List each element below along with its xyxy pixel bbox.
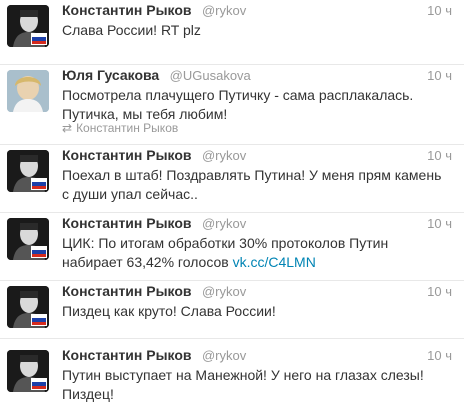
avatar[interactable] <box>7 70 49 112</box>
author-name[interactable]: Константин Рыков <box>62 147 192 163</box>
tweet-text: Путин выступает на Манежной! У него на г… <box>62 367 424 402</box>
author-name[interactable]: Константин Рыков <box>62 283 192 299</box>
avatar[interactable] <box>7 350 49 392</box>
russian-flag-icon <box>31 378 47 390</box>
author-name[interactable]: Константин Рыков <box>62 347 192 363</box>
author-handle[interactable]: @rykov <box>202 348 246 363</box>
russian-flag-icon <box>31 246 47 258</box>
tweet-text: Пиздец как круто! Слава России! <box>62 303 276 319</box>
tweet-timestamp[interactable]: 10 ч <box>427 284 452 299</box>
tweet-item[interactable]: Константин Рыков @rykov 10 ч Поехал в шт… <box>0 145 464 213</box>
tweet-item[interactable]: Константин Рыков @rykov 10 ч Путин высту… <box>0 345 464 404</box>
tweet-text: Поехал в штаб! Поздравлять Путина! У мен… <box>62 167 442 202</box>
tweet-timestamp[interactable]: 10 ч <box>427 3 452 18</box>
tweet-link[interactable]: vk.cc/C4LMN <box>233 254 316 270</box>
avatar[interactable] <box>7 286 49 328</box>
author-handle[interactable]: @UGusakova <box>170 68 251 83</box>
author-name[interactable]: Юля Гусакова <box>62 67 159 83</box>
tweet-item[interactable]: Юля Гусакова @UGusakova 10 ч Посмотрела … <box>0 65 464 145</box>
tweet-text: ЦИК: По итогам обработки 30% протоколов … <box>62 234 452 272</box>
author-handle[interactable]: @rykov <box>202 284 246 299</box>
author-name[interactable]: Константин Рыков <box>62 215 192 231</box>
tweet-timestamp[interactable]: 10 ч <box>427 216 452 231</box>
tweet-timestamp[interactable]: 10 ч <box>427 348 452 363</box>
author-name[interactable]: Константин Рыков <box>62 2 192 18</box>
author-handle[interactable]: @rykov <box>202 3 246 18</box>
russian-flag-icon <box>31 178 47 190</box>
avatar[interactable] <box>7 218 49 260</box>
tweet-timestamp[interactable]: 10 ч <box>427 68 452 83</box>
avatar[interactable] <box>7 150 49 192</box>
tweet-timestamp[interactable]: 10 ч <box>427 148 452 163</box>
tweet-text: Посмотрела плачущего Путичку - сама расп… <box>62 87 414 122</box>
russian-flag-icon <box>31 314 47 326</box>
retweeted-by: Константин Рыков <box>76 121 179 135</box>
tweet-item[interactable]: Константин Рыков @rykov 10 ч Пиздец как … <box>0 281 464 339</box>
tweet-text: Слава России! RT plz <box>62 22 201 38</box>
author-handle[interactable]: @rykov <box>202 216 246 231</box>
avatar[interactable] <box>7 5 49 47</box>
author-handle[interactable]: @rykov <box>202 148 246 163</box>
russian-flag-icon <box>31 33 47 45</box>
tweet-item[interactable]: Константин Рыков @rykov 10 ч ЦИК: По ито… <box>0 213 464 281</box>
tweet-text-body: ЦИК: По итогам обработки 30% протоколов … <box>62 235 389 270</box>
tweet-item[interactable]: Константин Рыков @rykov 10 ч Слава Росси… <box>0 0 464 65</box>
profile-photo <box>7 70 49 112</box>
tweet-timeline: Константин Рыков @rykov 10 ч Слава Росси… <box>0 0 464 404</box>
retweet-icon: ⇄ <box>62 121 73 135</box>
retweet-indicator[interactable]: ⇄ Константин Рыков <box>62 121 178 135</box>
